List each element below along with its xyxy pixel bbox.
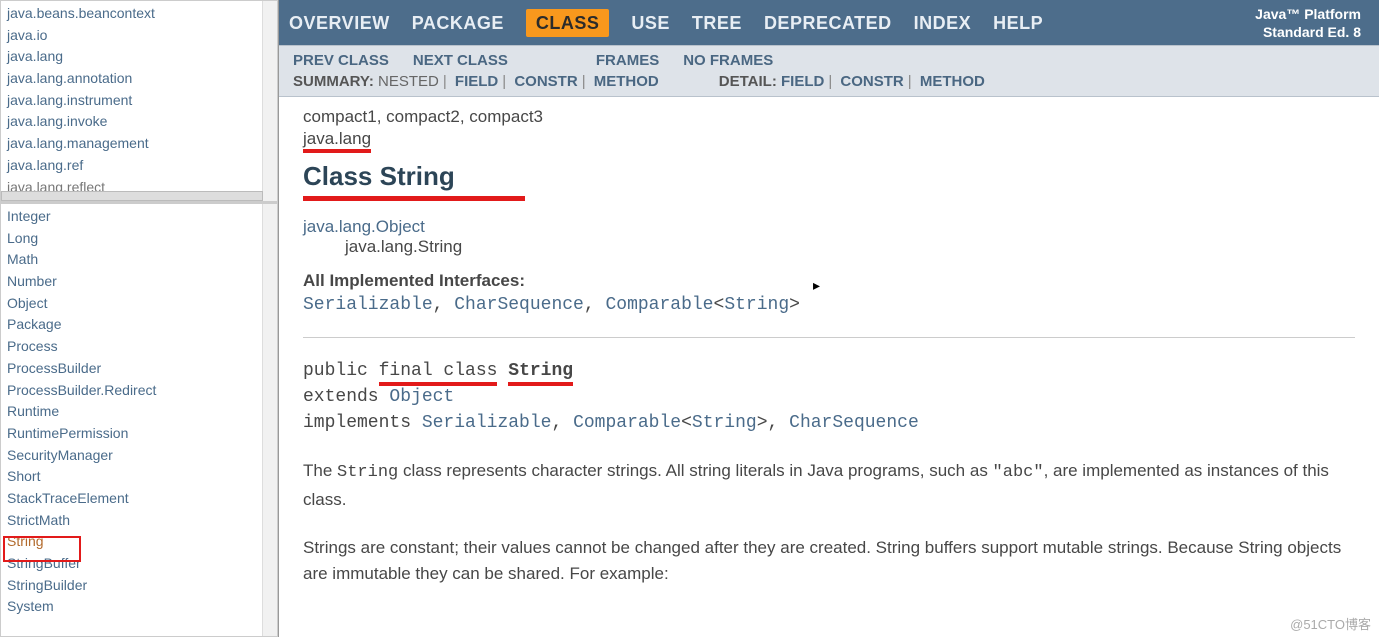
scrollbar[interactable] bbox=[262, 204, 277, 636]
nav-index[interactable]: INDEX bbox=[914, 13, 972, 33]
summary-method-link[interactable]: METHOD bbox=[594, 73, 659, 90]
sig-comparable-link[interactable]: Comparable bbox=[573, 413, 681, 433]
interfaces-label: All Implemented Interfaces: bbox=[303, 271, 1355, 291]
class-link[interactable]: System bbox=[7, 596, 271, 618]
package-link[interactable]: java.beans.beancontext bbox=[7, 3, 271, 25]
sig-serializable-link[interactable]: Serializable bbox=[422, 413, 552, 433]
class-link[interactable]: ProcessBuilder.Redirect bbox=[7, 380, 271, 402]
scrollbar[interactable] bbox=[262, 1, 277, 201]
nav-package[interactable]: PACKAGE bbox=[412, 13, 504, 33]
superclass-link[interactable]: java.lang.Object bbox=[303, 217, 425, 236]
iface-serializable[interactable]: Serializable bbox=[303, 295, 433, 315]
class-title: Class String bbox=[303, 161, 525, 201]
nav-use[interactable]: USE bbox=[631, 13, 670, 33]
next-class-link[interactable]: NEXT CLASS bbox=[413, 52, 508, 69]
class-link[interactable]: Runtime bbox=[7, 401, 271, 423]
noframes-link[interactable]: NO FRAMES bbox=[683, 52, 773, 69]
sub-nav: PREV CLASS NEXT CLASS FRAMES NO FRAMES S… bbox=[279, 45, 1379, 97]
sig-charsequence-link[interactable]: CharSequence bbox=[789, 413, 919, 433]
prev-class-link[interactable]: PREV CLASS bbox=[293, 52, 389, 69]
this-class: java.lang.String bbox=[345, 237, 1355, 257]
class-link[interactable]: Package bbox=[7, 314, 271, 336]
nav-tree[interactable]: TREE bbox=[692, 13, 742, 33]
package-link[interactable]: java.lang.management bbox=[7, 133, 271, 155]
summary-field-link[interactable]: FIELD bbox=[455, 73, 498, 90]
package-link[interactable]: java.lang.reflect bbox=[7, 177, 271, 199]
iface-comparable-param[interactable]: String bbox=[724, 295, 789, 315]
detail-method-link[interactable]: METHOD bbox=[920, 73, 985, 90]
package-link[interactable]: java.lang.ref bbox=[7, 155, 271, 177]
class-link[interactable]: Integer bbox=[7, 206, 271, 228]
class-link[interactable]: SecurityManager bbox=[7, 445, 271, 467]
package-link[interactable]: java.lang.instrument bbox=[7, 90, 271, 112]
platform-line1: Java™ Platform bbox=[1255, 6, 1361, 24]
summary-label: SUMMARY: bbox=[293, 73, 374, 90]
class-link[interactable]: ProcessBuilder bbox=[7, 358, 271, 380]
class-link[interactable]: Long bbox=[7, 228, 271, 250]
platform-label: Java™ Platform Standard Ed. 8 bbox=[1255, 6, 1369, 41]
class-link[interactable]: Math bbox=[7, 249, 271, 271]
class-link[interactable]: Process bbox=[7, 336, 271, 358]
package-link[interactable]: java.lang.invoke bbox=[7, 111, 271, 133]
summary-constr-link[interactable]: CONSTR bbox=[514, 73, 577, 90]
detail-constr-link[interactable]: CONSTR bbox=[840, 73, 903, 90]
watermark: @51CTO博客 bbox=[1290, 614, 1371, 633]
platform-line2: Standard Ed. 8 bbox=[1255, 24, 1361, 42]
nav-help[interactable]: HELP bbox=[993, 13, 1043, 33]
class-link[interactable]: StringBuilder bbox=[7, 575, 271, 597]
inheritance-tree: java.lang.Object java.lang.String bbox=[303, 217, 1355, 257]
interfaces-list: Serializable, CharSequence, Comparable<S… bbox=[303, 295, 1355, 315]
profiles-text: compact1, compact2, compact3 bbox=[303, 107, 1355, 127]
class-link[interactable]: StackTraceElement bbox=[7, 488, 271, 510]
class-link[interactable]: Short bbox=[7, 466, 271, 488]
left-panel: java.beans.beancontextjava.iojava.langja… bbox=[0, 0, 279, 637]
nav-class[interactable]: CLASS bbox=[526, 9, 610, 37]
nav-overview[interactable]: OVERVIEW bbox=[289, 13, 390, 33]
class-doc: compact1, compact2, compact3 java.lang C… bbox=[279, 97, 1379, 637]
sig-object-link[interactable]: Object bbox=[389, 387, 454, 407]
class-signature: public final class String extends Object… bbox=[303, 358, 1355, 436]
package-link[interactable]: java.lang bbox=[7, 46, 271, 68]
package-list-frame: java.beans.beancontextjava.iojava.langja… bbox=[0, 0, 278, 203]
iface-comparable[interactable]: Comparable bbox=[605, 295, 713, 315]
class-link[interactable]: Number bbox=[7, 271, 271, 293]
package-link[interactable]: java.io bbox=[7, 25, 271, 47]
cursor-icon: ▸ bbox=[813, 277, 820, 294]
class-link[interactable]: String bbox=[7, 531, 271, 553]
class-link[interactable]: RuntimePermission bbox=[7, 423, 271, 445]
top-nav: OVERVIEW PACKAGE CLASS USE TREE DEPRECATED IND… bbox=[279, 0, 1379, 45]
summary-nested: NESTED bbox=[378, 73, 439, 90]
frames-link[interactable]: FRAMES bbox=[596, 52, 659, 69]
content-frame: OVERVIEW PACKAGE CLASS USE TREE DEPRECATED IND… bbox=[279, 0, 1379, 637]
detail-field-link[interactable]: FIELD bbox=[781, 73, 824, 90]
description-p1: The String class represents character st… bbox=[303, 458, 1355, 513]
detail-label: DETAIL: bbox=[719, 73, 777, 90]
package-link[interactable]: java.lang.annotation bbox=[7, 68, 271, 90]
divider bbox=[303, 337, 1355, 338]
class-link[interactable]: StrictMath bbox=[7, 510, 271, 532]
class-link[interactable]: Object bbox=[7, 293, 271, 315]
description-p2: Strings are constant; their values canno… bbox=[303, 535, 1355, 588]
nav-deprecated[interactable]: DEPRECATED bbox=[764, 13, 892, 33]
class-list-frame: IntegerLongMathNumberObjectPackageProces… bbox=[0, 203, 278, 637]
class-link[interactable]: StringBuffer bbox=[7, 553, 271, 575]
sig-comparable-param-link[interactable]: String bbox=[692, 413, 757, 433]
iface-charsequence[interactable]: CharSequence bbox=[454, 295, 584, 315]
package-name: java.lang bbox=[303, 129, 371, 153]
